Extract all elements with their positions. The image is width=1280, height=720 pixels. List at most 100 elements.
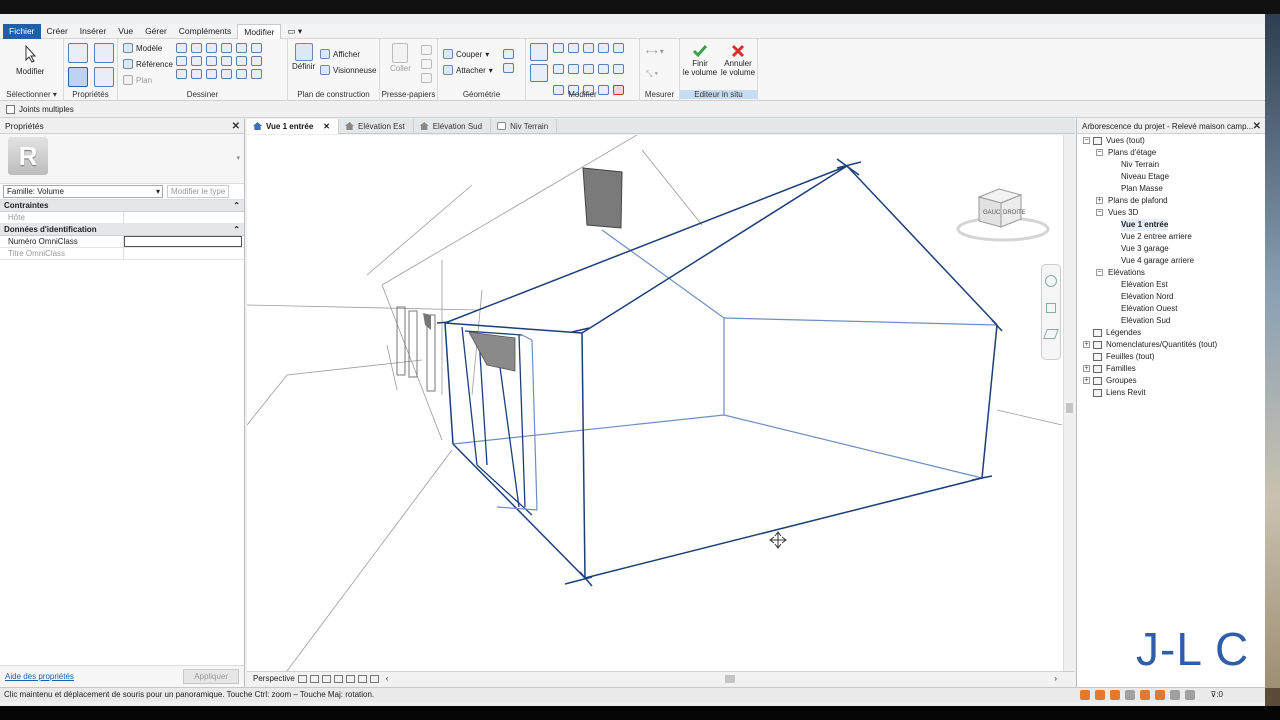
fillet-arc-icon[interactable] <box>221 56 232 66</box>
collapse-icon[interactable]: − <box>1096 209 1103 216</box>
zoom-icon[interactable] <box>1046 303 1056 313</box>
browser-node[interactable]: − Vues 3D <box>1077 207 1265 219</box>
cut-geometry-button[interactable]: Couper ▾ <box>443 49 489 59</box>
tab-vue[interactable]: Vue <box>112 24 139 39</box>
collapse-icon[interactable]: − <box>1083 137 1090 144</box>
render-icon[interactable] <box>345 674 355 683</box>
mirror-draw-icon[interactable] <box>583 43 594 53</box>
select-dropdown[interactable]: Sélectionner ▾ <box>0 90 63 99</box>
view-mode-label[interactable]: Perspective <box>253 674 295 683</box>
temporary-hide-icon[interactable] <box>369 674 379 683</box>
arc-tangent-icon[interactable] <box>206 56 217 66</box>
browser-node[interactable]: − Vues (tout) <box>1077 135 1265 147</box>
measure-button[interactable]: ⟷ ▾ <box>646 47 664 56</box>
collapse-icon[interactable]: − <box>1096 149 1103 156</box>
properties-help-link[interactable]: Aide des propriétés <box>5 672 74 681</box>
collapse-icon[interactable]: ⌃ <box>233 224 240 236</box>
browser-close-icon[interactable]: ✕ <box>1253 119 1261 134</box>
set-workplane-button[interactable]: Définir <box>292 43 315 71</box>
visual-style-icon[interactable] <box>309 674 319 683</box>
navigate-arrow-icon[interactable] <box>1043 329 1059 339</box>
collapse-icon[interactable]: ⌃ <box>233 200 240 212</box>
pick-lines-icon[interactable] <box>191 69 202 79</box>
more-draw-icon[interactable] <box>251 69 262 79</box>
rectangle-icon[interactable] <box>191 43 202 53</box>
design-options-icon[interactable] <box>1095 690 1105 700</box>
browser-node[interactable]: Elévation Sud <box>1077 315 1265 327</box>
move-icon[interactable] <box>530 64 548 82</box>
split-face-icon[interactable] <box>503 49 514 59</box>
family-selector[interactable]: Famille: Volume <box>3 185 163 198</box>
browser-node[interactable]: Vue 3 garage <box>1077 243 1265 255</box>
cut-icon[interactable] <box>421 45 432 55</box>
select-pinned-icon[interactable] <box>1155 690 1165 700</box>
expand-icon[interactable]: + <box>1096 197 1103 204</box>
browser-node[interactable]: + Familles <box>1077 363 1265 375</box>
ellipse-icon[interactable] <box>251 56 262 66</box>
paste-button[interactable]: Coller <box>390 43 411 73</box>
reference-line-button[interactable]: Référence <box>123 59 173 69</box>
tab-fichier[interactable]: Fichier <box>3 23 41 39</box>
worksets-icon[interactable] <box>1080 690 1090 700</box>
section-donnees-identification[interactable]: Données d'identification ⌃ <box>0 224 244 236</box>
family-category-icon[interactable] <box>94 67 114 87</box>
type-selector[interactable]: R ▾ <box>0 134 244 184</box>
multiple-joins-checkbox[interactable] <box>6 105 15 114</box>
scale-icon[interactable] <box>613 64 624 74</box>
select-by-face-icon[interactable] <box>1170 690 1180 700</box>
circle-icon[interactable] <box>236 43 247 53</box>
browser-node[interactable]: Niv Terrain <box>1077 159 1265 171</box>
viewcube-right-face[interactable]: DROITE <box>1003 210 1026 216</box>
browser-node[interactable]: Plan Masse <box>1077 183 1265 195</box>
tab-niv-terrain[interactable]: Niv Terrain <box>491 118 558 134</box>
tab-creer[interactable]: Créer <box>41 24 74 39</box>
editable-only-icon[interactable] <box>1110 690 1120 700</box>
tab-elevation-sud[interactable]: Elévation Sud <box>414 118 492 134</box>
modify-button[interactable]: Modifier <box>16 43 44 76</box>
expand-icon[interactable]: + <box>1083 365 1090 372</box>
spline-icon[interactable] <box>236 56 247 66</box>
steering-wheel-icon[interactable] <box>1045 275 1057 287</box>
plan-button[interactable]: Plan <box>123 75 152 85</box>
detail-level-icon[interactable] <box>297 674 307 683</box>
section-contraintes[interactable]: Contraintes ⌃ <box>0 200 244 212</box>
model-line-button[interactable]: Modèle <box>123 43 162 53</box>
sun-path-icon[interactable] <box>321 674 331 683</box>
copy-element-icon[interactable] <box>553 64 564 74</box>
shadows-icon[interactable] <box>333 674 343 683</box>
drag-elements-icon[interactable] <box>1185 690 1195 700</box>
tab-inserer[interactable]: Insérer <box>74 24 112 39</box>
properties-close-icon[interactable]: ✕ <box>232 119 240 134</box>
type-properties-icon[interactable] <box>68 43 88 63</box>
family-types-icon[interactable] <box>94 43 114 63</box>
browser-node[interactable]: Vue 1 entrée <box>1077 219 1265 231</box>
viewcube-left-face[interactable]: GAUC <box>983 210 1001 216</box>
match-type-icon[interactable] <box>421 73 432 83</box>
point-icon[interactable] <box>221 69 232 79</box>
polygon-icon[interactable] <box>206 43 217 53</box>
collapse-icon[interactable]: − <box>1096 269 1103 276</box>
expand-icon[interactable]: + <box>1083 377 1090 384</box>
3d-view-canvas[interactable]: GAUC DROITE <box>246 134 1063 672</box>
trim-icon[interactable] <box>583 64 594 74</box>
mirror-axis-icon[interactable] <box>568 43 579 53</box>
partial-ellipse-icon[interactable] <box>176 69 187 79</box>
browser-node[interactable]: + Groupes <box>1077 375 1265 387</box>
join-button[interactable]: Attacher ▾ <box>443 65 493 75</box>
tab-modifier[interactable]: Modifier <box>237 23 282 39</box>
browser-node[interactable]: + Nomenclatures/Quantités (tout) <box>1077 339 1265 351</box>
browser-node[interactable]: Niveau Etage <box>1077 171 1265 183</box>
wall-joins-icon[interactable] <box>503 63 514 73</box>
arc-start-end-icon[interactable] <box>176 56 187 66</box>
offset-icon[interactable] <box>553 43 564 53</box>
copy-icon[interactable] <box>421 59 432 69</box>
spline-through-points-icon[interactable] <box>236 69 247 79</box>
tab-elevation-est[interactable]: Elévation Est <box>339 118 414 134</box>
apply-button[interactable]: Appliquer <box>183 669 239 684</box>
scroll-thumb[interactable] <box>1066 403 1073 413</box>
tab-complements[interactable]: Compléments <box>173 24 237 39</box>
browser-node[interactable]: + Plans de plafond <box>1077 195 1265 207</box>
browser-node[interactable]: Vue 2 entree arriere <box>1077 231 1265 243</box>
unpin-icon[interactable] <box>613 43 624 53</box>
select-links-icon[interactable] <box>1125 690 1135 700</box>
